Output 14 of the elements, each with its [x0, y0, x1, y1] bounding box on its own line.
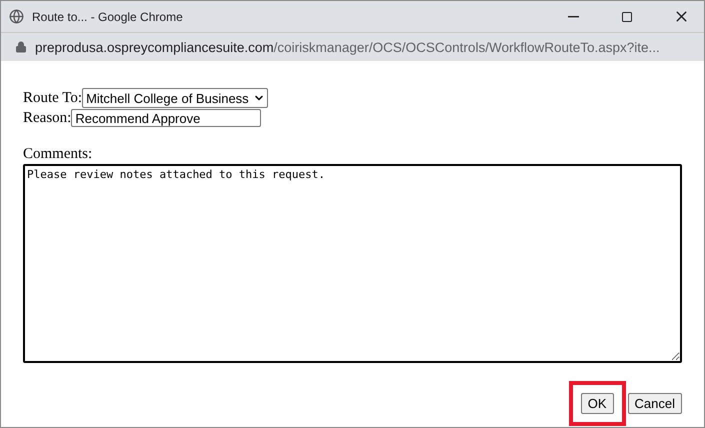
dialog-button[interactable]: Cancel	[628, 393, 682, 414]
lock-icon	[15, 41, 27, 53]
comments-field[interactable]: Please review notes attached to this request.	[23, 164, 682, 363]
maximize-icon	[621, 10, 633, 22]
minimize-icon	[568, 16, 578, 18]
reason-field[interactable]: Recommend Approve	[71, 109, 262, 127]
globe-icon	[9, 9, 24, 24]
route-to-select[interactable]: Mitchell College of Business	[82, 88, 268, 108]
address-url: preprodusa.ospreycompliancesuite.com/coiriskmanager/OCS/OCSControls/WorkflowRouteTo.aspx?ite...	[35, 40, 660, 54]
field-label: Route To:	[23, 90, 82, 106]
field-label: Reason:	[23, 110, 72, 126]
window-title: Route to... - Google Chrome	[32, 10, 184, 24]
field-label: Comments:	[23, 146, 94, 163]
dialog-button[interactable]: OK	[580, 393, 614, 414]
